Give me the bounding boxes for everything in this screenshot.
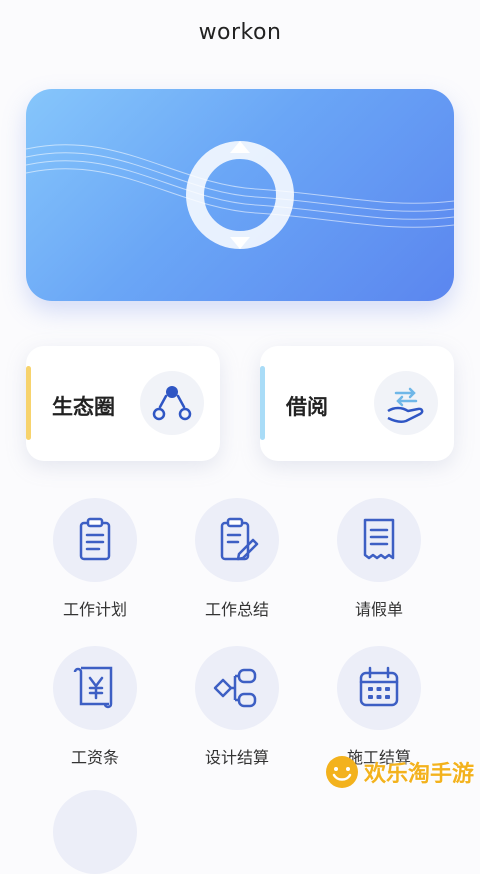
grid-item-leave-request[interactable]: 请假单 [309,498,449,620]
watermark-text: 欢乐淘手游 [363,762,474,787]
card-label: 借阅 [286,395,328,419]
grid-item-work-summary[interactable]: 工作总结 [167,498,307,620]
grid-item-work-plan[interactable]: 工作计划 [25,498,165,620]
clipboard-icon [53,498,137,582]
card-label: 生态圈 [52,395,115,419]
hand-exchange-icon [374,371,438,435]
grid-item-label: 请假单 [354,600,403,619]
calendar-icon [337,646,421,730]
grid-item-label: 工作总结 [204,600,269,619]
grid-item-payslip[interactable]: 工资条 [25,646,165,768]
card-borrow[interactable]: 借阅 [260,346,454,461]
yen-scroll-icon [53,646,137,730]
banner-graphic [26,141,454,249]
app-title: workon [198,20,282,45]
grid-item-partial[interactable] [53,790,137,874]
card-accent-bar [26,366,31,440]
receipt-icon [337,498,421,582]
card-accent-bar [260,366,265,440]
flow-nodes-icon [195,646,279,730]
watermark: 欢乐淘手游 [324,752,474,792]
card-ecosystem[interactable]: 生态圈 [26,346,220,461]
hero-banner[interactable] [26,89,454,301]
grid-item-label: 工资条 [70,748,119,767]
smiley-logo-icon [325,756,358,788]
grid-item-label: 工作计划 [62,600,127,619]
grid-item-label: 设计结算 [204,748,269,767]
grid-item-construction-settlement[interactable]: 施工结算 [309,646,449,768]
clipboard-edit-icon [195,498,279,582]
grid-item-design-settlement[interactable]: 设计结算 [167,646,307,768]
network-icon [140,371,204,435]
